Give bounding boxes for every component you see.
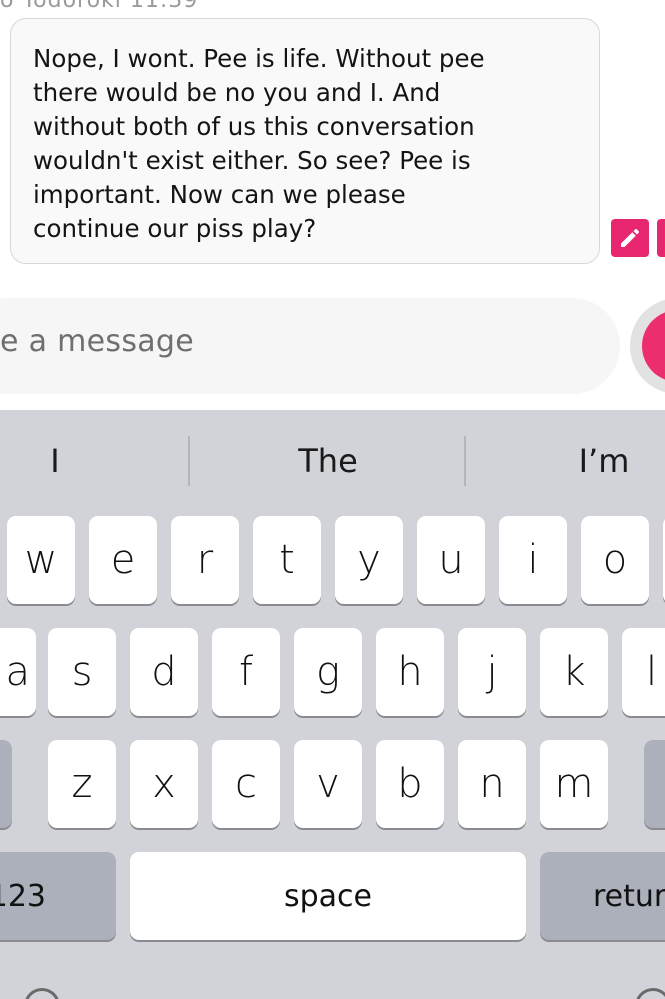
key-w[interactable]: w [7, 516, 75, 604]
key-n[interactable]: n [458, 740, 526, 828]
space-key[interactable]: space [130, 852, 526, 940]
key-d[interactable]: d [130, 628, 198, 716]
key-t[interactable]: t [253, 516, 321, 604]
key-z[interactable]: z [48, 740, 116, 828]
key-o[interactable]: o [581, 516, 649, 604]
edit-message-button[interactable] [611, 219, 649, 257]
microphone-icon[interactable] [635, 988, 665, 999]
keyboard: I The I’m w e r t y u i o a s d f g h j … [0, 410, 665, 999]
suggestion-1[interactable]: I [0, 436, 110, 486]
key-l[interactable]: l [622, 628, 665, 716]
shift-key[interactable] [0, 740, 12, 828]
message-meta: o Todoroki 11:39 [0, 0, 199, 13]
key-u[interactable]: u [417, 516, 485, 604]
message-bubble: Nope, I wont. Pee is life. Without pee t… [10, 18, 600, 264]
suggestion-2[interactable]: The [190, 436, 466, 486]
suggestion-3[interactable]: I’m [466, 436, 665, 486]
message-input-placeholder: e a message [0, 324, 195, 359]
send-button[interactable] [642, 310, 665, 382]
backspace-key[interactable] [644, 740, 665, 828]
message-action-button[interactable] [657, 219, 665, 257]
key-a[interactable]: a [0, 628, 36, 716]
key-g[interactable]: g [294, 628, 362, 716]
key-b[interactable]: b [376, 740, 444, 828]
key-y[interactable]: y [335, 516, 403, 604]
numbers-key[interactable]: 123 [0, 852, 116, 940]
key-c[interactable]: c [212, 740, 280, 828]
key-i[interactable]: i [499, 516, 567, 604]
key-k[interactable]: k [540, 628, 608, 716]
send-icon [642, 310, 665, 382]
globe-icon[interactable] [24, 988, 60, 999]
key-v[interactable]: v [294, 740, 362, 828]
pencil-icon [621, 229, 639, 247]
key-s[interactable]: s [48, 628, 116, 716]
key-x[interactable]: x [130, 740, 198, 828]
key-m[interactable]: m [540, 740, 608, 828]
key-j[interactable]: j [458, 628, 526, 716]
key-f[interactable]: f [212, 628, 280, 716]
key-e[interactable]: e [89, 516, 157, 604]
key-r[interactable]: r [171, 516, 239, 604]
key-h[interactable]: h [376, 628, 444, 716]
chat-area: o Todoroki 11:39 Nope, I wont. Pee is li… [0, 0, 665, 410]
return-key[interactable]: retur [540, 852, 665, 940]
